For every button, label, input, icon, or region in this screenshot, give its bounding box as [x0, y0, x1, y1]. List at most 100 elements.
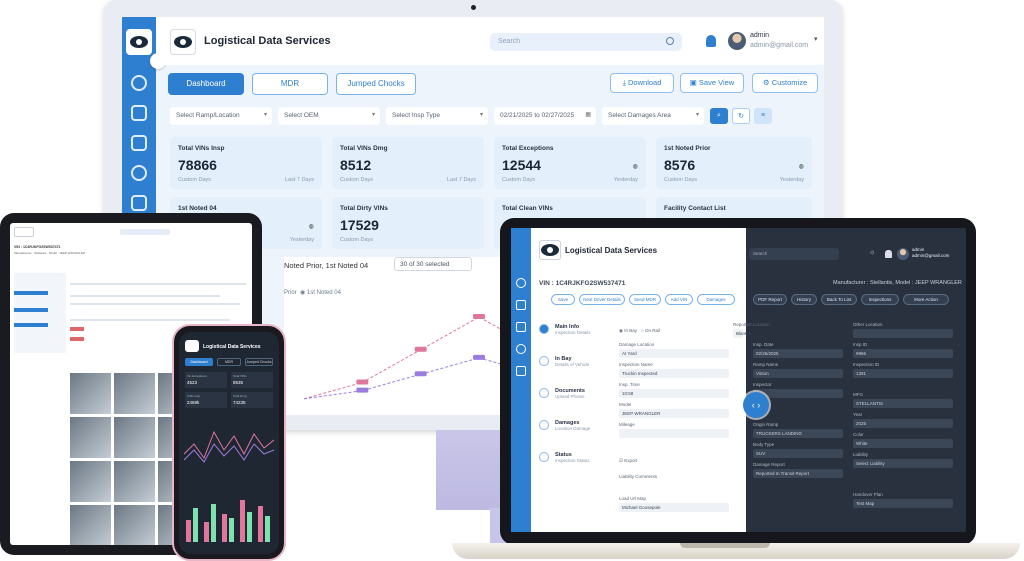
- step-damages[interactable]: Damages Location Damage: [555, 420, 590, 431]
- phone-tab-jumped-chocks[interactable]: Jumped Chocks: [245, 358, 273, 366]
- chart-point[interactable]: [356, 379, 369, 385]
- tablet-list-item[interactable]: [14, 308, 48, 312]
- vehicle-photo[interactable]: [70, 417, 111, 458]
- ramp-location-select[interactable]: Select Ramp/Location ▾: [170, 107, 272, 125]
- avatar[interactable]: [897, 248, 909, 260]
- tablet-list-item[interactable]: [14, 291, 48, 295]
- add-vin-button[interactable]: Add VIN: [665, 294, 693, 305]
- damages-button[interactable]: Damages: [697, 294, 735, 305]
- history-button[interactable]: History: [791, 294, 817, 305]
- step-status[interactable]: Status Inspection Status: [555, 452, 590, 463]
- phone-stat-card[interactable]: Vin Exceptions 4523: [185, 372, 227, 388]
- laptop-search-input[interactable]: Search: [749, 248, 839, 260]
- save-view-button[interactable]: ▣ Save View: [680, 73, 744, 93]
- insp-date-field[interactable]: 02/26/2025: [753, 349, 843, 358]
- driver-field[interactable]: Michael Goosepole: [619, 503, 729, 512]
- next-driver-button[interactable]: Next Driver Details: [579, 294, 625, 305]
- tab-dashboard[interactable]: Dashboard: [168, 73, 244, 95]
- vehicle-photo[interactable]: [114, 505, 155, 545]
- vehicle-photo[interactable]: [114, 461, 155, 502]
- back-to-list-button[interactable]: Back To List: [821, 294, 857, 305]
- chart-point[interactable]: [356, 387, 369, 393]
- step-main-info[interactable]: Main Info Inspection Details: [555, 324, 591, 335]
- theme-compare-toggle-icon[interactable]: ‹ ›: [743, 392, 769, 418]
- year-field[interactable]: 2025: [853, 419, 953, 428]
- export-checkbox[interactable]: ☑ Export: [619, 458, 637, 464]
- vehicle-photo[interactable]: [114, 417, 155, 458]
- chart-point[interactable]: [414, 371, 427, 377]
- bell-icon[interactable]: [885, 250, 892, 258]
- globe-icon[interactable]: [516, 344, 526, 354]
- user-info[interactable]: admin admin@gmail.com: [750, 31, 808, 51]
- phone-stat-card[interactable]: Total VINs 8535: [231, 372, 273, 388]
- damage-report-select[interactable]: Reported In Transit Report: [753, 469, 843, 478]
- stat-card[interactable]: 1st Noted Prior 8576 ◍ Custom Days Yeste…: [656, 137, 812, 189]
- reported-location-field[interactable]: Blanton: [733, 329, 751, 338]
- chevron-down-icon[interactable]: ▾: [814, 35, 818, 43]
- step-in-bay[interactable]: In Bay Details of Vehicle: [555, 356, 590, 367]
- search-button[interactable]: ⌕: [710, 108, 728, 124]
- send-mdr-button[interactable]: Send MDR: [629, 294, 661, 305]
- insp-type-select[interactable]: Select Insp Type ▾: [386, 107, 488, 125]
- phone-stat-card[interactable]: Total Dmg 74235: [231, 392, 273, 408]
- inspection-name-field[interactable]: Truckin Inspected: [619, 369, 729, 378]
- document-icon[interactable]: [131, 105, 147, 121]
- dashboard-icon[interactable]: [131, 75, 147, 91]
- chart-point[interactable]: [473, 314, 485, 319]
- other-location-field[interactable]: [853, 329, 953, 338]
- stat-card[interactable]: Total VINs Dmg 8512 Custom Days Last 7 D…: [332, 137, 484, 189]
- sidebar-logo[interactable]: [126, 29, 152, 55]
- origin-ramp-field[interactable]: TRUCKERS LANDING: [753, 429, 843, 438]
- chart-point[interactable]: [473, 354, 485, 360]
- filter-button[interactable]: ≡: [754, 108, 772, 124]
- report-icon[interactable]: [131, 135, 147, 151]
- bell-icon[interactable]: [706, 35, 716, 47]
- phone-tab-mdr[interactable]: MDR: [217, 358, 241, 366]
- tab-jumped-chocks[interactable]: Jumped Chocks: [336, 73, 416, 95]
- oem-select[interactable]: Select OEM ▾: [278, 107, 380, 125]
- search-input[interactable]: Search: [490, 33, 682, 51]
- liability-select[interactable]: Select Liability: [853, 459, 953, 468]
- tablet-search-input[interactable]: [120, 229, 170, 235]
- radio-in-bay[interactable]: ◉ In Bay: [619, 328, 637, 334]
- insp-time-field[interactable]: 10:58: [619, 389, 729, 398]
- save-button[interactable]: Save: [551, 294, 575, 305]
- damages-area-select[interactable]: Select Damages Area ▾: [602, 107, 704, 125]
- settings-icon[interactable]: [131, 195, 147, 211]
- pdf-report-button[interactable]: PDF Report: [753, 294, 787, 305]
- ramp-name-field[interactable]: Vinton: [753, 369, 843, 378]
- report-icon[interactable]: [516, 322, 526, 332]
- inspection-id-field[interactable]: 1391: [853, 369, 953, 378]
- stat-card[interactable]: Total VINs Insp 78866 Custom Days Last 7…: [170, 137, 322, 189]
- vehicle-photo[interactable]: [70, 505, 111, 545]
- stat-card[interactable]: Total Dirty VINs 17529 Custom Days: [332, 197, 484, 249]
- insp-id-field[interactable]: 9966: [853, 349, 953, 358]
- color-field[interactable]: White: [853, 439, 953, 448]
- document-icon[interactable]: [516, 300, 526, 310]
- mileage-field[interactable]: [619, 429, 729, 438]
- download-button[interactable]: ⤓ Download: [610, 73, 674, 93]
- more-action-button[interactable]: More Action: [903, 294, 949, 305]
- step-documents[interactable]: Documents Upload Photos: [555, 388, 585, 399]
- search-icon[interactable]: [666, 37, 674, 45]
- vehicle-photo[interactable]: [70, 461, 111, 502]
- handover-plan-field[interactable]: Test Map: [853, 499, 953, 508]
- dashboard-icon[interactable]: [516, 278, 526, 288]
- model-field[interactable]: JEEP WRANGLER: [619, 409, 729, 418]
- phone-tab-dashboard[interactable]: Dashboard: [185, 358, 213, 366]
- avatar[interactable]: [728, 32, 746, 50]
- radio-on-rail[interactable]: ○ On Rail: [641, 328, 660, 333]
- laptop-user-info[interactable]: admin admin@gmail.com: [912, 247, 949, 259]
- tab-mdr[interactable]: MDR: [252, 73, 328, 95]
- sun-icon[interactable]: ☼: [869, 249, 875, 256]
- inspections-button[interactable]: Inspections: [861, 294, 899, 305]
- globe-icon[interactable]: [131, 165, 147, 181]
- phone-stat-card[interactable]: VINs Insp 2469k: [185, 392, 227, 408]
- vehicle-photo[interactable]: [70, 373, 111, 414]
- body-type-field[interactable]: SUV: [753, 449, 843, 458]
- stat-card[interactable]: Total Exceptions 12544 ◍ Custom Days Yes…: [494, 137, 646, 189]
- damage-location-select[interactable]: At Yard: [619, 349, 729, 358]
- vehicle-photo[interactable]: [114, 373, 155, 414]
- mfg-field[interactable]: STELLANTIS: [853, 399, 953, 408]
- date-range-picker[interactable]: 02/21/2025 to 02/27/2025 ▦: [494, 107, 596, 125]
